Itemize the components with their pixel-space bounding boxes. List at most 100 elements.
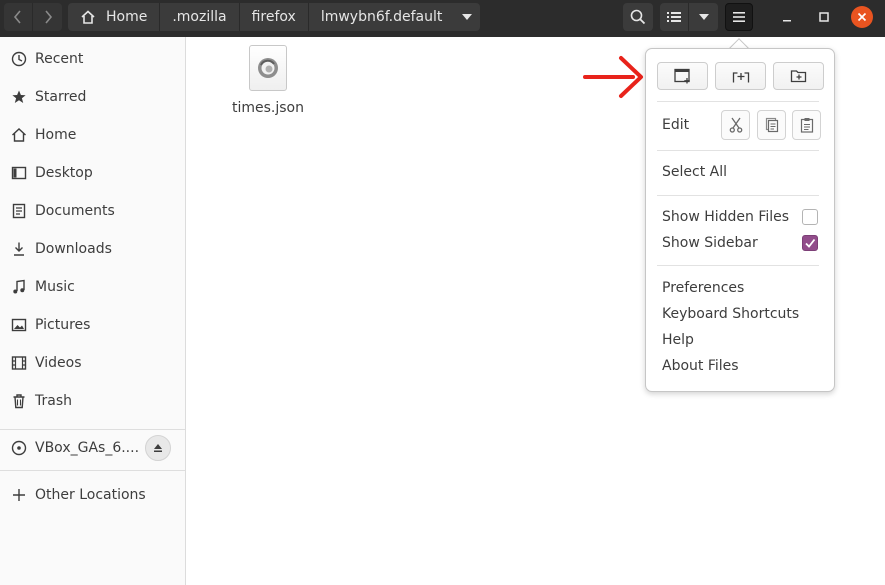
menu-top-buttons [657, 62, 824, 90]
sidebar-item-recent[interactable]: Recent [0, 40, 185, 78]
download-icon [11, 241, 27, 257]
sidebar-item-device[interactable]: VBox_GAs_6.... [0, 429, 185, 467]
list-view-button[interactable] [660, 3, 689, 31]
new-folder-button[interactable] [773, 62, 824, 90]
sidebar-item-home[interactable]: Home [0, 116, 185, 154]
desktop-icon [11, 165, 27, 181]
about-files-item[interactable]: About Files [662, 358, 739, 374]
sidebar-item-label: Pictures [35, 317, 91, 333]
new-tab-icon [732, 72, 749, 83]
sidebar-item-videos[interactable]: Videos [0, 344, 185, 382]
picture-icon [11, 317, 27, 333]
red-arrow-icon [583, 56, 643, 98]
star-icon [11, 89, 27, 105]
json-file-icon [249, 45, 287, 91]
sidebar-item-label: Videos [35, 355, 82, 371]
sidebar-item-pictures[interactable]: Pictures [0, 306, 185, 344]
eject-button[interactable] [145, 435, 171, 461]
search-icon [630, 9, 646, 25]
disc-icon [11, 440, 27, 456]
sidebar: Recent Starred Home Desktop Documents Do… [0, 37, 186, 585]
view-options-button[interactable] [689, 3, 718, 31]
sidebar-item-starred[interactable]: Starred [0, 78, 185, 116]
trash-icon [11, 393, 27, 409]
list-view-icon [667, 12, 681, 22]
new-window-button[interactable] [657, 62, 708, 90]
menu-divider [657, 101, 819, 102]
cut-icon [729, 117, 742, 133]
breadcrumb-label: .mozilla [172, 9, 227, 25]
show-hidden-files-checkbox[interactable] [802, 209, 818, 225]
main-menu-button[interactable] [725, 3, 753, 31]
home-icon [80, 9, 96, 25]
breadcrumb-mozilla[interactable]: .mozilla [160, 3, 240, 31]
main-menu-popover: Edit Select All Show Hidden Files Show S… [645, 48, 835, 392]
sidebar-item-label: Desktop [35, 165, 93, 181]
sidebar-item-label: Music [35, 279, 75, 295]
maximize-icon [819, 12, 829, 22]
chevron-down-icon[interactable] [462, 14, 473, 20]
sidebar-item-label: Documents [35, 203, 115, 219]
sidebar-item-downloads[interactable]: Downloads [0, 230, 185, 268]
minimize-icon [783, 20, 791, 22]
document-icon [11, 203, 27, 219]
sidebar-item-label: Trash [35, 393, 72, 409]
navigation-buttons [4, 3, 62, 31]
sidebar-item-trash[interactable]: Trash [0, 382, 185, 420]
sidebar-item-label: Home [35, 127, 77, 143]
video-icon [11, 355, 27, 371]
breadcrumb-firefox[interactable]: firefox [239, 3, 309, 31]
new-window-icon [673, 68, 690, 84]
show-hidden-files-item[interactable]: Show Hidden Files [662, 209, 789, 225]
close-icon [857, 12, 867, 22]
home-icon [11, 127, 27, 143]
checkmark-icon [805, 238, 816, 248]
edit-label: Edit [662, 117, 690, 133]
view-buttons [660, 3, 718, 31]
new-folder-icon [790, 70, 806, 83]
clock-icon [11, 51, 27, 67]
paste-button[interactable] [792, 110, 821, 140]
back-button[interactable] [4, 3, 33, 31]
breadcrumb-label: firefox [251, 9, 296, 25]
header-bar: Home .mozilla firefox lmwybn6f.default [0, 0, 885, 37]
sidebar-item-label: Starred [35, 89, 87, 105]
sidebar-item-label: VBox_GAs_6.... [35, 440, 140, 456]
cut-button[interactable] [721, 110, 750, 140]
close-button[interactable] [851, 6, 873, 28]
breadcrumb-label: lmwybn6f.default [320, 9, 443, 25]
keyboard-shortcuts-item[interactable]: Keyboard Shortcuts [662, 306, 799, 322]
show-sidebar-checkbox[interactable] [802, 235, 818, 251]
minimize-button[interactable] [776, 6, 798, 28]
maximize-button[interactable] [813, 6, 835, 28]
copy-button[interactable] [757, 110, 786, 140]
new-tab-button[interactable] [715, 62, 766, 90]
select-all-item[interactable]: Select All [662, 164, 727, 180]
hamburger-menu-icon [733, 12, 745, 22]
plus-icon [11, 487, 27, 503]
chevron-right-icon [44, 10, 52, 24]
sidebar-item-documents[interactable]: Documents [0, 192, 185, 230]
breadcrumb: Home .mozilla firefox lmwybn6f.default [68, 3, 481, 31]
sidebar-item-other-locations[interactable]: Other Locations [0, 476, 185, 514]
file-item[interactable]: times.json [226, 45, 310, 116]
forward-button[interactable] [33, 3, 62, 31]
sidebar-item-music[interactable]: Music [0, 268, 185, 306]
sidebar-item-label: Other Locations [35, 487, 146, 503]
breadcrumb-home[interactable]: Home [68, 3, 161, 31]
search-button[interactable] [623, 3, 653, 31]
breadcrumb-current-folder[interactable]: lmwybn6f.default [308, 3, 481, 31]
menu-divider [657, 150, 819, 151]
sidebar-item-desktop[interactable]: Desktop [0, 154, 185, 192]
eject-icon [154, 444, 162, 452]
paste-icon [800, 118, 813, 133]
copy-icon [765, 117, 778, 133]
menu-divider [657, 265, 819, 266]
show-sidebar-item[interactable]: Show Sidebar [662, 235, 758, 251]
file-name: times.json [232, 100, 304, 116]
chevron-down-icon [698, 14, 709, 20]
help-item[interactable]: Help [662, 332, 694, 348]
music-icon [11, 279, 27, 295]
preferences-item[interactable]: Preferences [662, 280, 744, 296]
sidebar-item-label: Recent [35, 51, 84, 67]
